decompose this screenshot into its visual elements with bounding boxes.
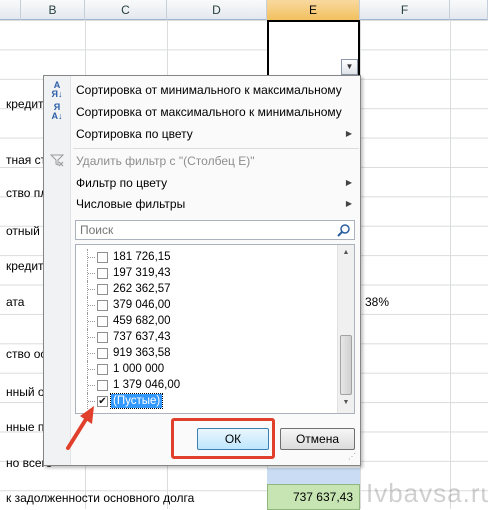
sort-descending-item[interactable]: Я А↓ Сортировка от максимального к минима… <box>44 101 360 123</box>
number-filters-item[interactable]: Числовые фильтры ▶ <box>44 193 360 215</box>
tree-connector <box>87 281 95 297</box>
sort-za-icon: Я А↓ <box>51 102 63 121</box>
watermark: Ivbavsa.ru <box>366 478 488 508</box>
search-icon[interactable] <box>337 223 351 237</box>
scroll-down-icon[interactable]: ▼ <box>338 395 354 411</box>
search-input[interactable] <box>76 221 334 239</box>
submenu-arrow-icon: ▶ <box>345 129 352 138</box>
filter-value-label: 459 682,00 <box>113 315 171 327</box>
checkbox-unchecked-icon[interactable] <box>97 332 108 343</box>
row-label: к задолженности основного долга <box>6 491 195 505</box>
filter-value-item[interactable]: 1 000 000 <box>76 361 338 377</box>
filter-value-label: 737 637,43 <box>113 331 171 343</box>
filter-value-label: 379 046,00 <box>113 299 171 311</box>
checkbox-unchecked-icon[interactable] <box>97 284 108 295</box>
filter-by-color-label: Фильтр по цвету <box>76 176 168 190</box>
row-label: нные п <box>6 420 45 434</box>
filter-value-label: 262 362,57 <box>113 283 171 295</box>
filter-value-item[interactable]: ✔ (Пустые) <box>76 393 338 409</box>
cell-e-value[interactable]: 737 637,43 <box>267 484 360 510</box>
filter-by-color-item[interactable]: Фильтр по цвету ▶ <box>44 172 360 194</box>
tree-connector <box>87 329 95 345</box>
filter-value-item[interactable]: 1 379 046,00 <box>76 377 338 393</box>
filter-value-label: 1 000 000 <box>113 363 165 375</box>
column-header-corner <box>0 0 21 20</box>
filter-dropdown-button[interactable]: ▼ <box>341 59 358 75</box>
sort-ascending-label: Сортировка от минимального к максимально… <box>76 83 342 97</box>
filter-value-label: 1 379 046,00 <box>113 379 181 391</box>
checkbox-unchecked-icon[interactable] <box>97 252 108 263</box>
filter-value-item[interactable]: 379 046,00 <box>76 297 338 313</box>
sort-descending-label: Сортировка от максимального к минимально… <box>76 105 342 119</box>
cell-f-value[interactable]: 38% <box>365 295 389 309</box>
filter-value-label: 197 319,43 <box>113 267 171 279</box>
sort-by-color-item[interactable]: Сортировка по цвету ▶ <box>44 123 360 145</box>
annotation-arrow-icon <box>66 406 94 450</box>
clear-filter-label: Удалить фильтр с "(Столбец E)" <box>76 154 255 168</box>
filter-value-item[interactable]: 181 726,15 <box>76 249 338 265</box>
tree-connector <box>87 361 95 377</box>
cell-e-blue[interactable] <box>267 468 360 484</box>
row-label: ата <box>6 295 25 309</box>
checkbox-unchecked-icon[interactable] <box>97 268 108 279</box>
checkbox-unchecked-icon[interactable] <box>97 300 108 311</box>
filter-value-item[interactable]: 197 319,43 <box>76 265 338 281</box>
submenu-arrow-icon: ▶ <box>345 199 352 208</box>
clear-filter-item[interactable]: Удалить фильтр с "(Столбец E)" <box>44 150 360 172</box>
tree-connector <box>87 297 95 313</box>
menu-separator <box>73 148 359 149</box>
sort-az-icon: А Я↓ <box>51 80 63 99</box>
tree-connector <box>87 313 95 329</box>
submenu-arrow-icon: ▶ <box>345 178 352 187</box>
column-header-row: B C D E F <box>0 0 488 20</box>
checkbox-unchecked-icon[interactable] <box>97 348 108 359</box>
annotation-highlight-box <box>171 418 275 459</box>
tree-connector <box>87 345 95 361</box>
list-scrollbar[interactable]: ▲ ▼ <box>337 245 354 413</box>
checkbox-unchecked-icon[interactable] <box>97 316 108 327</box>
filter-values-list[interactable]: 181 726,15 197 319,43 262 362,57 379 046,00… <box>75 244 355 414</box>
row-label: кредит <box>6 259 44 273</box>
search-box[interactable] <box>75 220 355 240</box>
checkbox-unchecked-icon[interactable] <box>97 364 108 375</box>
tree-connector <box>87 377 95 393</box>
resize-grip-icon[interactable]: ⋰ <box>348 453 358 463</box>
tree-connector <box>87 265 95 281</box>
column-header-f[interactable]: F <box>360 0 450 20</box>
column-header-g[interactable] <box>450 0 488 20</box>
column-header-c[interactable]: C <box>85 0 167 20</box>
scroll-up-icon[interactable]: ▲ <box>338 245 354 261</box>
filter-value-label: 919 363,58 <box>113 347 171 359</box>
column-header-e[interactable]: E <box>267 0 360 20</box>
sort-ascending-item[interactable]: А Я↓ Сортировка от минимального к максима… <box>44 79 360 101</box>
number-filters-label: Числовые фильтры <box>76 197 186 211</box>
clear-filter-icon <box>48 152 66 170</box>
column-header-b[interactable]: B <box>21 0 85 20</box>
checkbox-unchecked-icon[interactable] <box>97 380 108 391</box>
row-label: тная ст <box>6 153 47 167</box>
row-label: ство пл <box>6 186 48 200</box>
row-label: кредит <box>6 97 44 111</box>
row-label: нный о <box>6 385 45 399</box>
filter-value-item[interactable]: 262 362,57 <box>76 281 338 297</box>
filter-value-label: (Пустые) <box>109 393 164 409</box>
filter-value-item[interactable]: 737 637,43 <box>76 329 338 345</box>
row-label: ство ос <box>6 347 47 361</box>
scroll-thumb[interactable] <box>340 335 352 395</box>
grid-line <box>450 20 451 509</box>
sort-by-color-label: Сортировка по цвету <box>76 127 193 141</box>
tree-connector <box>87 249 95 265</box>
filter-value-item[interactable]: 919 363,58 <box>76 345 338 361</box>
column-header-d[interactable]: D <box>167 0 267 20</box>
filter-value-label: 181 726,15 <box>113 251 171 263</box>
cancel-button[interactable]: Отмена <box>280 428 355 450</box>
filter-value-item[interactable]: 459 682,00 <box>76 313 338 329</box>
